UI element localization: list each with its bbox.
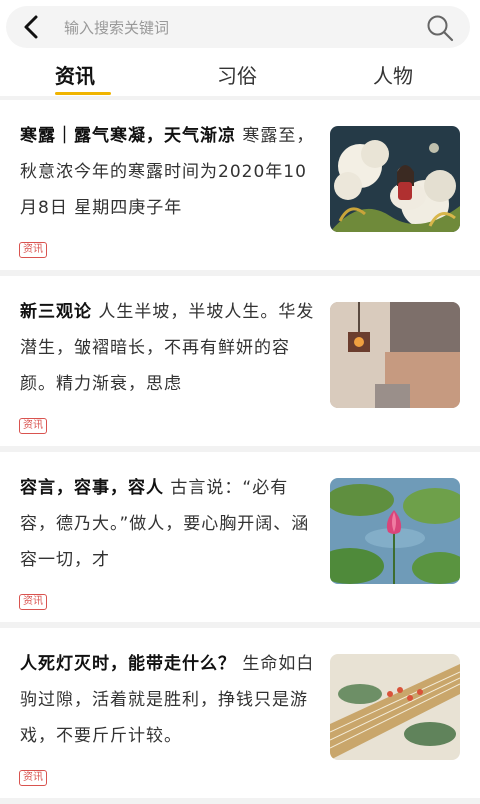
search-icon[interactable] — [426, 14, 454, 42]
tab-customs[interactable]: 习俗 — [217, 60, 257, 89]
article-title: 新三观论 — [20, 302, 92, 322]
tab-news[interactable]: 资讯 — [55, 60, 95, 89]
article-title: 人死灯灭时，能带走什么？ — [20, 654, 236, 674]
article-thumbnail[interactable] — [330, 302, 460, 408]
article-tag: 资讯 — [19, 594, 47, 610]
article-text: 人死灯灭时，能带走什么？ 生命如白驹过隙，活着就是胜利，挣钱只是游戏，不要斤斤计… — [20, 646, 322, 754]
search-bar — [6, 6, 470, 50]
article-text: 新三观论 人生半坡，半坡人生。华发潜生，皱褶暗长，不再有鲜妍的容颜。精力渐衰，思… — [20, 294, 322, 402]
back-icon[interactable] — [16, 12, 46, 42]
article-tag: 资讯 — [19, 418, 47, 434]
tab-active-indicator — [55, 92, 111, 95]
article-title: 寒露｜露气寒凝，天气渐凉 — [20, 126, 236, 146]
article-item[interactable]: 寒露｜露气寒凝，天气渐凉 寒露至，秋意浓今年的寒露时间为2020年10月8日 星… — [0, 100, 480, 276]
article-text: 寒露｜露气寒凝，天气渐凉 寒露至，秋意浓今年的寒露时间为2020年10月8日 星… — [20, 118, 322, 226]
article-title: 容言，容事，容人 — [20, 478, 164, 498]
article-item[interactable]: 容言，容事，容人 古言说：“必有容，德乃大。”做人，要心胸开阔、涵容一切，才 资… — [0, 452, 480, 628]
article-tag: 资讯 — [19, 242, 47, 258]
search-input[interactable] — [62, 6, 406, 50]
article-thumbnail[interactable] — [330, 126, 460, 232]
article-text: 容言，容事，容人 古言说：“必有容，德乃大。”做人，要心胸开阔、涵容一切，才 — [20, 470, 322, 578]
article-tag: 资讯 — [19, 770, 47, 786]
tab-bar: 资讯 习俗 人物 — [0, 54, 480, 96]
article-item[interactable]: 新三观论 人生半坡，半坡人生。华发潜生，皱褶暗长，不再有鲜妍的容颜。精力渐衰，思… — [0, 276, 480, 452]
article-list: 寒露｜露气寒凝，天气渐凉 寒露至，秋意浓今年的寒露时间为2020年10月8日 星… — [0, 100, 480, 804]
article-thumbnail[interactable] — [330, 654, 460, 760]
top-bar — [0, 0, 480, 54]
article-item[interactable]: 人死灯灭时，能带走什么？ 生命如白驹过隙，活着就是胜利，挣钱只是游戏，不要斤斤计… — [0, 628, 480, 804]
tab-people[interactable]: 人物 — [373, 60, 413, 89]
article-thumbnail[interactable] — [330, 478, 460, 584]
